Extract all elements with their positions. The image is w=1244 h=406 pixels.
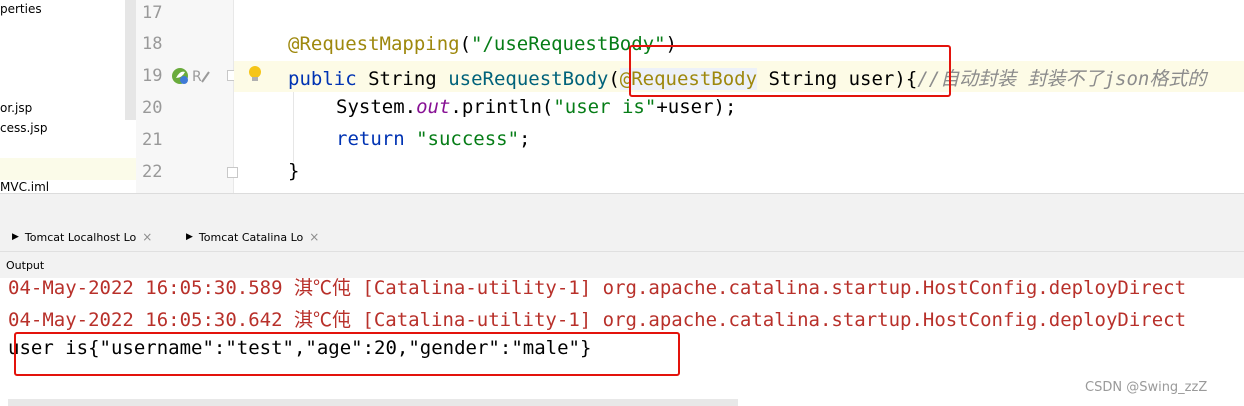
code-comment: //自动封装 封装不了json格式的 [917, 68, 1207, 90]
code-line-21: return "success"; [336, 128, 531, 150]
static-field-out: out [416, 96, 451, 118]
indent-guide [293, 92, 294, 162]
tab-label: Tomcat Localhost Lo [24, 230, 137, 244]
closing-brace: } [288, 160, 300, 182]
play-icon: ▶ [186, 232, 193, 242]
highlight-box-request-body [629, 45, 951, 97]
console-horizontal-scrollbar[interactable] [8, 399, 738, 406]
tab-tomcat-localhost-log[interactable]: ▶ Tomcat Localhost Lo × [12, 223, 152, 251]
code-line-20: System.out.println("user is"+user); [336, 96, 736, 118]
line-number: 22 [142, 162, 163, 182]
close-icon[interactable]: × [309, 230, 319, 244]
output-header: Output [0, 251, 1244, 279]
output-label: Output [6, 259, 45, 272]
paren: ( [459, 33, 472, 55]
svg-text:R: R [192, 69, 202, 85]
line-number: 21 [142, 130, 163, 150]
line-number: 17 [142, 3, 163, 23]
spring-bean-icon[interactable] [170, 66, 190, 86]
type-string: String [368, 68, 437, 90]
run-tabs-bar: ▶ Tomcat Localhost Lo × ▶ Tomcat Catalina L… [0, 223, 1244, 251]
concat-expression: +user); [656, 96, 737, 118]
tree-item-error-jsp[interactable]: or.jsp [0, 101, 32, 115]
keyword-return: return [336, 128, 405, 150]
keyword-public: public [288, 68, 357, 90]
tab-label: Tomcat Catalina Lo [198, 230, 304, 244]
close-icon[interactable]: × [142, 230, 152, 244]
editor-gutter: 17 18 19 20 21 22 R [136, 0, 238, 193]
tree-scrollbar[interactable] [125, 0, 136, 120]
log-line: 04-May-2022 16:05:30.589 淇℃伅 [Catalina-u… [8, 278, 1187, 299]
string-literal-success: "success" [416, 128, 520, 150]
watermark: CSDN @Swing_zzZ [1085, 380, 1208, 395]
method-name: useRequestBody [448, 68, 609, 90]
paren: ( [608, 68, 620, 90]
play-icon: ▶ [12, 232, 19, 242]
request-mapping-icon[interactable]: R [191, 66, 211, 86]
line-number: 18 [142, 34, 163, 54]
println-call: .println( [450, 96, 554, 118]
tool-window-divider[interactable] [0, 193, 1244, 224]
tree-selection-highlight [0, 158, 136, 180]
code-line-22: } [288, 160, 299, 182]
string-literal: "user is" [553, 96, 657, 118]
tree-item-iml[interactable]: MVC.iml [0, 180, 49, 194]
code-line-18: @RequestMapping("/useRequestBody") [288, 33, 677, 55]
log-line: 04-May-2022 16:05:30.642 淇℃伅 [Catalina-u… [8, 309, 1187, 331]
tree-item-success-jsp[interactable]: cess.jsp [0, 121, 48, 135]
tree-item-properties[interactable]: perties [0, 2, 42, 16]
highlight-box-output [14, 332, 680, 376]
semicolon: ; [519, 128, 531, 150]
system-class: System. [336, 96, 417, 118]
tab-tomcat-catalina-log[interactable]: ▶ Tomcat Catalina Lo × [186, 223, 319, 251]
annotation-request-mapping: @RequestMapping [288, 33, 460, 55]
line-number: 20 [142, 98, 163, 118]
